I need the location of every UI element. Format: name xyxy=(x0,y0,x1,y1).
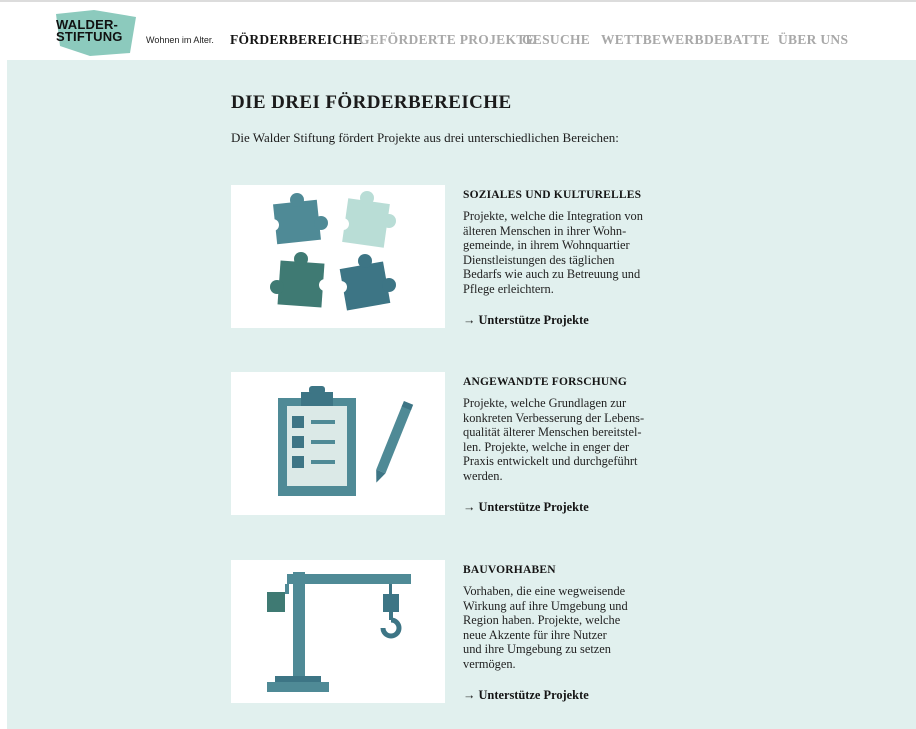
puzzle-pieces-icon xyxy=(267,191,396,311)
section-image xyxy=(231,185,445,328)
clipboard-checklist-icon xyxy=(278,386,414,496)
support-projects-link[interactable]: → Unterstütze Projekte xyxy=(463,313,589,328)
desc-line: Wirkung auf ihre Umgebung und xyxy=(463,598,628,613)
nav-item-debatte[interactable]: DEBATTE xyxy=(704,32,770,48)
desc-line: älteren Menschen in ihrer Wohn- xyxy=(463,223,627,238)
intro-text: Die Walder Stiftung fördert Projekte aus… xyxy=(231,130,619,145)
desc-line: und ihre Umgebung zu setzen xyxy=(463,642,611,657)
nav-item-ueber-uns[interactable]: ÜBER UNS xyxy=(778,32,848,48)
nav-item-wettbewerb[interactable]: WETTBEWERB xyxy=(601,32,704,48)
tagline: Wohnen im Alter. xyxy=(146,35,214,45)
desc-line: qualität älterer Menschen bereitstel- xyxy=(463,425,642,440)
desc-line: Region haben. Projekte, welche xyxy=(463,613,621,628)
desc-line: Projekte, welche Grundlagen zur xyxy=(463,396,627,410)
section-image xyxy=(231,560,445,703)
section-forschung: ANGEWANDTE FORSCHUNG Projekte, welche Gr… xyxy=(231,372,671,517)
desc-line: vermögen. xyxy=(463,656,516,671)
desc-line: Dienstleistungen des täglichen xyxy=(463,252,615,267)
site-header: WALDER- STIFTUNG Wohnen im Alter. FÖRDER… xyxy=(0,2,916,60)
section-bauvorhaben: BAUVORHABEN Vorhaben, die eine wegweisen… xyxy=(231,560,671,705)
walder-stiftung-logo[interactable]: WALDER- STIFTUNG xyxy=(50,8,140,56)
nav-item-gesuche[interactable]: GESUCHE xyxy=(522,32,590,48)
page-title: DIE DREI FÖRDERBEREICHE xyxy=(231,92,512,113)
desc-line: Bedarfs wie auch zu Betreuung und xyxy=(463,267,641,282)
desc-line: Praxis entwickelt und durchgeführt xyxy=(463,454,638,469)
main-content: DIE DREI FÖRDERBEREICHE Die Walder Stift… xyxy=(7,60,916,729)
section-description: Projekte, welche die Integration von ält… xyxy=(463,209,675,297)
nav-item-foerderbereiche[interactable]: FÖRDERBEREICHE xyxy=(230,32,362,48)
section-heading: SOZIALES UND KULTURELLES xyxy=(463,189,642,201)
section-heading: BAUVORHABEN xyxy=(463,564,556,576)
logo-line2: STIFTUNG xyxy=(56,29,123,44)
desc-line: Projekte, welche die Integration von xyxy=(463,209,643,223)
nav-item-gefoerderte-projekte[interactable]: GEFÖRDERTE PROJEKTE xyxy=(359,32,535,48)
desc-line: konkreten Verbesserung der Lebens- xyxy=(463,410,645,425)
support-projects-link[interactable]: → Unterstütze Projekte xyxy=(463,688,589,703)
desc-line: werden. xyxy=(463,468,503,483)
section-description: Vorhaben, die eine wegweisende Wirkung a… xyxy=(463,584,675,672)
crane-icon xyxy=(267,572,411,692)
desc-line: len. Projekte, welche in enger der xyxy=(463,439,630,454)
section-soziales: SOZIALES UND KULTURELLES Projekte, welch… xyxy=(231,185,671,330)
desc-line: gemeinde, in ihrem Wohnquartier xyxy=(463,238,630,253)
section-description: Projekte, welche Grundlagen zur konkrete… xyxy=(463,396,675,484)
section-heading: ANGEWANDTE FORSCHUNG xyxy=(463,376,628,388)
section-image xyxy=(231,372,445,515)
desc-line: Vorhaben, die eine wegweisende xyxy=(463,584,626,598)
desc-line: Pflege erleichtern. xyxy=(463,281,554,296)
desc-line: neue Akzente für ihre Nutzer xyxy=(463,627,607,642)
support-projects-link[interactable]: → Unterstütze Projekte xyxy=(463,500,589,515)
